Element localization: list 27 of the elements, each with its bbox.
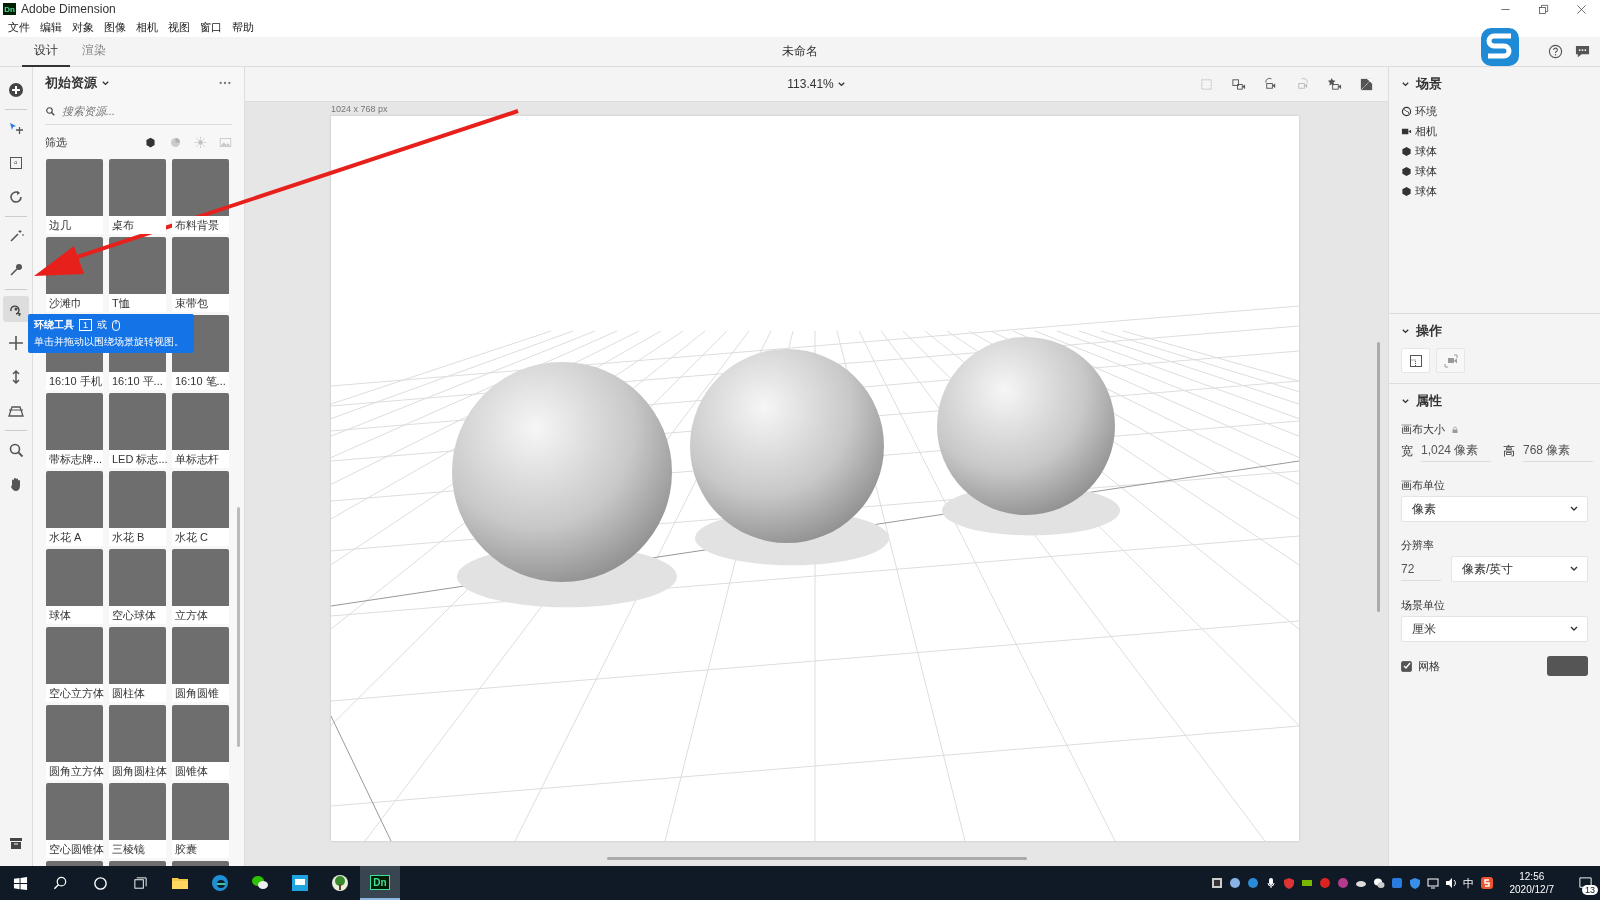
field-label: 分辨率 — [1401, 538, 1434, 553]
app-logo: Dn — [3, 3, 16, 15]
asset-label: 立方体 — [172, 606, 229, 624]
field-label: 宽 — [1401, 442, 1413, 460]
asset-label: 圆角立方体 — [46, 762, 103, 780]
document-title: 未命名 — [782, 44, 818, 58]
field-label: 画布大小 — [1401, 422, 1445, 437]
tooltip: 环绕工具 1 或 单击并拖动以围绕场景旋转视图。 — [28, 314, 194, 353]
section-title: 属性 — [1416, 392, 1442, 410]
asset-label: 单标志杆 — [172, 450, 229, 468]
window-title: Adobe Dimension — [21, 2, 116, 16]
section-title: 场景 — [1416, 75, 1442, 93]
field-label: 高 — [1503, 442, 1515, 460]
asset-label: 空心球体 — [109, 606, 166, 624]
asset-label: 空心立方体 — [46, 684, 103, 702]
canvas-size-label: 1024 x 768 px — [331, 103, 389, 116]
checkbox-label: 网格 — [1418, 658, 1440, 674]
asset-label: 带标志牌... — [46, 450, 103, 468]
asset-label: 布料背景 — [172, 216, 229, 234]
filter-label: 筛选 — [45, 134, 67, 150]
field-label: 场景单位 — [1401, 598, 1445, 613]
asset-label: 胶囊 — [172, 840, 229, 858]
asset-label: 16:10 手机 — [46, 372, 103, 390]
section-title: 操作 — [1416, 322, 1442, 340]
asset-label: LED 标志... — [109, 450, 166, 468]
field-label: 画布单位 — [1401, 478, 1445, 493]
asset-label: 空心圆锥体 — [46, 840, 103, 858]
